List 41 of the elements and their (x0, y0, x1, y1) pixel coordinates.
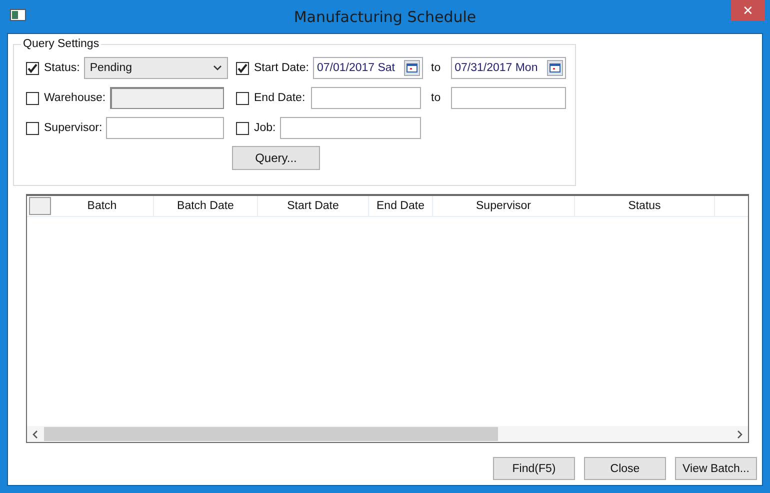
filter-label: Warehouse: (44, 92, 106, 104)
checkbox[interactable] (26, 122, 39, 134)
close-button[interactable]: ✕ (731, 0, 765, 21)
date-field[interactable] (311, 87, 421, 109)
column-header[interactable]: End Date (369, 196, 433, 216)
horizontal-scrollbar[interactable] (27, 426, 748, 442)
column-header[interactable]: Batch (51, 196, 154, 216)
query-button[interactable]: Query... (232, 146, 320, 170)
group-title: Query Settings (22, 38, 100, 50)
date-field[interactable]: 07/01/2017 Sat (312, 57, 423, 79)
window-icon (10, 9, 26, 21)
column-header[interactable]: Start Date (258, 196, 369, 216)
filter-label: Supervisor: (44, 122, 102, 134)
column-header[interactable]: Supervisor (433, 196, 575, 216)
checkbox[interactable] (236, 62, 249, 74)
select-all-cell[interactable] (29, 197, 51, 215)
filter-label: Status: (44, 62, 80, 74)
window-title: Manufacturing Schedule (294, 8, 476, 26)
calendar-icon[interactable] (546, 60, 563, 76)
input-field[interactable] (106, 117, 224, 139)
status-dropdown[interactable]: Pending (84, 57, 228, 79)
input-field[interactable] (280, 117, 421, 139)
checkbox[interactable] (236, 122, 249, 134)
checkbox[interactable] (236, 92, 249, 104)
dialog-button[interactable]: Close (584, 457, 666, 480)
chevron-down-icon (212, 65, 222, 71)
dialog-button[interactable]: Find(F5) (493, 457, 575, 480)
date-field[interactable] (450, 87, 566, 109)
column-header[interactable]: Status (575, 196, 715, 216)
scroll-right-icon[interactable] (737, 430, 743, 438)
date-field[interactable]: 07/31/2017 Mon (450, 57, 566, 79)
filter-label: End Date: (254, 92, 306, 104)
calendar-icon[interactable] (404, 60, 420, 76)
column-header[interactable]: Batch Date (154, 196, 258, 216)
checkbox[interactable] (26, 62, 39, 74)
range-separator: to (431, 92, 441, 104)
dialog-button[interactable]: View Batch... (675, 457, 757, 480)
filter-label: Start Date: (254, 62, 309, 74)
scroll-left-icon[interactable] (32, 430, 38, 438)
range-separator: to (431, 62, 441, 74)
filter-label: Job: (254, 122, 276, 134)
